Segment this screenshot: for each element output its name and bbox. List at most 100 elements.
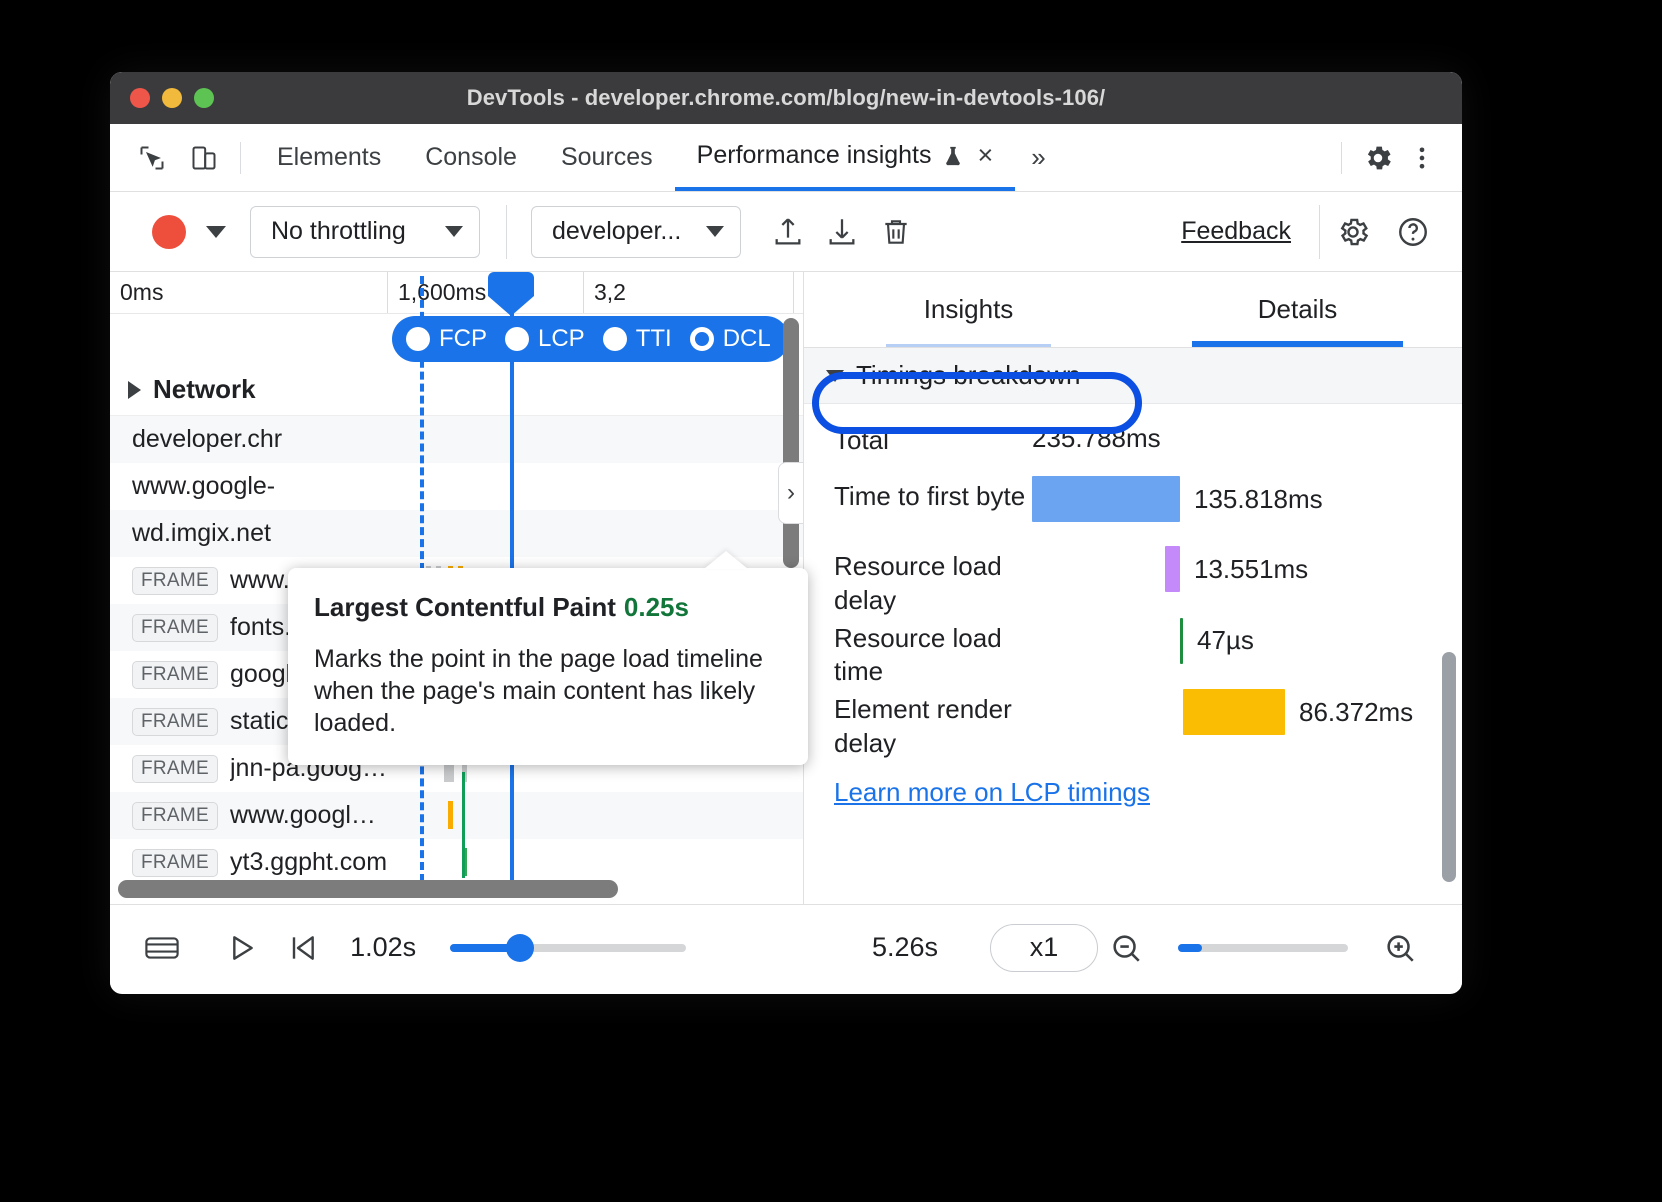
tooltip-body: Marks the point in the page load timelin… — [314, 643, 782, 739]
zoom-level-label: x1 — [1030, 932, 1059, 963]
marker-tti-label: TTI — [636, 325, 672, 353]
record-button[interactable] — [152, 215, 186, 249]
more-tabs-icon[interactable]: » — [1015, 142, 1061, 173]
filmstrip-icon[interactable] — [144, 920, 181, 976]
marker-lcp[interactable]: LCP — [505, 325, 585, 353]
screenshot-root: DevTools - developer.chrome.com/blog/new… — [0, 0, 1662, 1202]
main-area: 0ms 1,600ms 3,2 FCP — [110, 272, 1462, 904]
zoom-controls — [1098, 920, 1428, 976]
network-section-label: Network — [153, 374, 256, 405]
ruler-tick-0: 0ms — [120, 279, 163, 306]
close-tab-icon[interactable]: × — [978, 142, 994, 169]
tooltip-title: Largest Contentful Paint 0.25s — [314, 592, 782, 623]
zoom-level-pill[interactable]: x1 — [990, 924, 1098, 972]
ruler-tick-1: 1,600ms — [398, 279, 486, 306]
download-icon[interactable] — [815, 205, 869, 259]
playback-toolbar: 1.02s 5.26s x1 — [110, 904, 1462, 990]
tab-elements[interactable]: Elements — [255, 124, 403, 191]
timings-bar — [1165, 546, 1180, 592]
marker-dcl-label: DCL — [723, 325, 771, 353]
play-icon[interactable] — [223, 920, 260, 976]
devtools-tabbar: Elements Console Sources Performance ins… — [110, 124, 1462, 192]
marker-fcp[interactable]: FCP — [406, 325, 487, 353]
timings-breakdown-table: Total 235.788ms Time to first byte 135.8… — [804, 404, 1462, 761]
timeline-markers[interactable]: FCP LCP TTI DCL — [392, 316, 789, 362]
marker-lcp-label: LCP — [538, 325, 585, 353]
time-window-slider-knob[interactable] — [506, 934, 534, 962]
timeline-horizontal-scrollbar[interactable] — [118, 880, 618, 898]
activity-mark — [448, 801, 453, 829]
window-title: DevTools - developer.chrome.com/blog/new… — [110, 85, 1462, 111]
trash-icon[interactable] — [869, 205, 923, 259]
timings-label: Resource load delay — [834, 546, 1032, 618]
timings-value: 86.372ms — [1299, 697, 1413, 728]
close-window-button[interactable] — [130, 88, 150, 108]
tab-console[interactable]: Console — [403, 124, 539, 191]
marker-tti[interactable]: TTI — [603, 325, 672, 353]
window-controls[interactable] — [110, 88, 214, 108]
timings-value: 47µs — [1197, 625, 1254, 656]
timings-value: 235.788ms — [1032, 423, 1161, 454]
flask-icon — [942, 143, 964, 169]
tti-bullet-icon — [603, 327, 627, 351]
panel-tabs: Elements Console Sources Performance ins… — [255, 124, 1062, 191]
time-window-slider[interactable] — [450, 944, 686, 952]
frame-badge: FRAME — [132, 755, 218, 783]
timings-row-element-render-delay: Element render delay 86.372ms — [834, 689, 1462, 761]
zoom-in-icon[interactable] — [1372, 920, 1428, 976]
jump-to-start-icon[interactable] — [283, 920, 320, 976]
perfbar-right: Feedback — [1181, 205, 1462, 259]
inspect-cursor-icon[interactable] — [130, 136, 174, 180]
timings-row-resource-load-time: Resource load time 47µs — [834, 618, 1462, 690]
tab-console-label: Console — [425, 143, 517, 172]
chevron-right-icon — [128, 381, 141, 399]
tab-details-label: Details — [1258, 294, 1337, 325]
help-icon[interactable] — [1386, 205, 1440, 259]
timeline-ruler[interactable]: 0ms 1,600ms 3,2 — [110, 272, 803, 314]
table-row[interactable]: FRAME www.googl… — [110, 792, 803, 839]
expand-details-button[interactable]: › — [778, 462, 804, 524]
performance-toolbar: No throttling developer... — [110, 192, 1462, 272]
throttling-select[interactable]: No throttling — [250, 206, 480, 258]
tab-elements-label: Elements — [277, 143, 381, 172]
more-vertical-icon[interactable] — [1400, 136, 1444, 180]
network-section-header[interactable]: Network — [110, 364, 803, 416]
timings-row-total: Total 235.788ms — [834, 420, 1462, 476]
tooltip-value: 0.25s — [624, 592, 689, 622]
device-toolbar-icon[interactable] — [182, 136, 226, 180]
window-end-time: 5.26s — [872, 932, 938, 963]
record-options-caret[interactable] — [206, 226, 226, 238]
timings-breakdown-toggle[interactable]: Timings breakdown — [804, 348, 1462, 404]
tabbar-right-divider — [1341, 142, 1342, 174]
timeline-vertical-scrollbar[interactable] — [783, 318, 799, 568]
timings-bar — [1032, 476, 1180, 522]
gear-icon[interactable] — [1326, 205, 1380, 259]
target-select[interactable]: developer... — [531, 206, 741, 258]
tab-insights[interactable]: Insights — [804, 272, 1133, 347]
table-row[interactable]: wd.imgix.net — [110, 510, 803, 557]
timings-bar — [1183, 689, 1285, 735]
timings-bar — [1180, 618, 1183, 664]
maximize-window-button[interactable] — [194, 88, 214, 108]
timings-label: Time to first byte — [834, 476, 1032, 514]
details-vertical-scrollbar[interactable] — [1442, 652, 1456, 882]
tab-performance-insights-label: Performance insights — [697, 141, 932, 170]
zoom-out-icon[interactable] — [1098, 920, 1154, 976]
gear-icon[interactable] — [1356, 136, 1400, 180]
tab-performance-insights[interactable]: Performance insights × — [675, 124, 1016, 191]
minimize-window-button[interactable] — [162, 88, 182, 108]
perfbar-divider-2 — [1319, 205, 1320, 259]
tooltip-arrow-icon — [704, 551, 748, 569]
timeline-playhead[interactable] — [488, 272, 534, 308]
tab-sources[interactable]: Sources — [539, 124, 675, 191]
upload-icon[interactable] — [761, 205, 815, 259]
marker-dcl[interactable]: DCL — [690, 325, 771, 353]
table-row[interactable]: developer.chr — [110, 416, 803, 463]
table-row[interactable]: www.google- — [110, 463, 803, 510]
tooltip-title-text: Largest Contentful Paint — [314, 592, 616, 622]
table-row[interactable]: FRAME yt3.ggpht.com — [110, 839, 803, 886]
zoom-slider[interactable] — [1178, 944, 1348, 952]
feedback-link[interactable]: Feedback — [1181, 217, 1291, 246]
tab-details[interactable]: Details — [1133, 272, 1462, 347]
learn-more-link[interactable]: Learn more on LCP timings — [834, 777, 1150, 808]
